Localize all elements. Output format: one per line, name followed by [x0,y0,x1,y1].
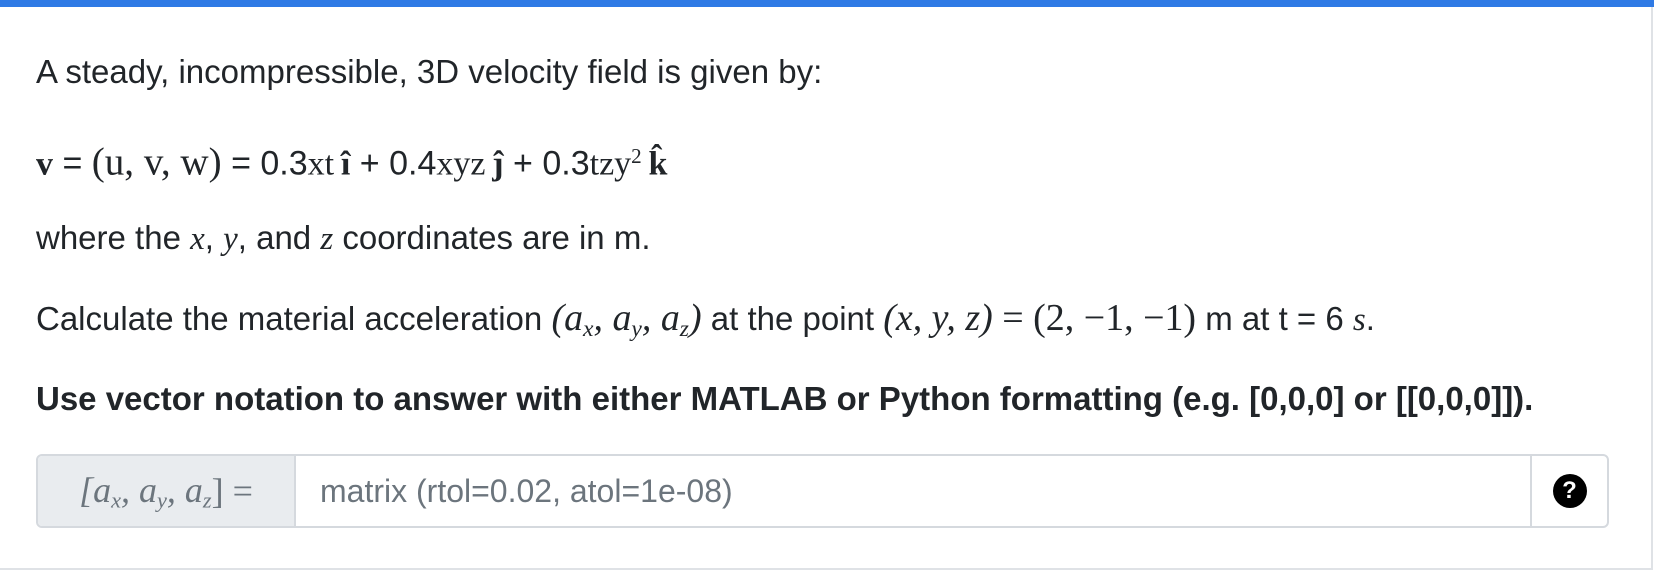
velocity-vector-symbol: v [36,145,53,183]
velocity-components: (u, v, w) [91,140,222,184]
point-values: = (2, −1, −1) [992,297,1197,339]
unit-vector-k: k̂ [648,145,668,183]
answer-input-group: [ax, ay, az] = ? [36,454,1609,528]
question-circle-icon[interactable]: ? [1552,474,1587,508]
answer-input[interactable] [296,456,1532,526]
question-intro: A steady, incompressible, 3D velocity fi… [36,53,823,90]
help-button-container: ? [1532,456,1607,526]
unit-vector-j: ĵ [492,145,504,183]
term-k-coef: 0.3 [542,144,590,183]
term-k-exponent: 2 [631,144,642,168]
card-top-accent-bar [0,0,1654,7]
velocity-equation: v = (u, v, w) = 0.3xt î + 0.4xyz ĵ + 0.3… [36,140,668,184]
term-j-vars: xyz [436,145,486,183]
term-k-vars: tzy [589,145,632,183]
question-card: A steady, incompressible, 3D velocity fi… [0,0,1654,570]
answer-label: [ax, ay, az [79,469,212,513]
term-i-coef: 0.3 [260,144,308,183]
term-j-coef: 0.4 [389,144,437,183]
term-i-vars: xt [307,145,335,183]
coordinates-note: where the x, y, and z coordinates are in… [36,219,651,257]
answer-label-addon: [ax, ay, az] = [38,456,296,526]
acceleration-vector: (ax, ay, az) [551,297,702,342]
unit-vector-i: î [340,145,351,183]
answer-instruction: Use vector notation to answer with eithe… [36,380,1534,417]
task-statement: Calculate the material acceleration (ax,… [36,297,1375,342]
point-coordinates: (x, y, z) [883,297,993,339]
